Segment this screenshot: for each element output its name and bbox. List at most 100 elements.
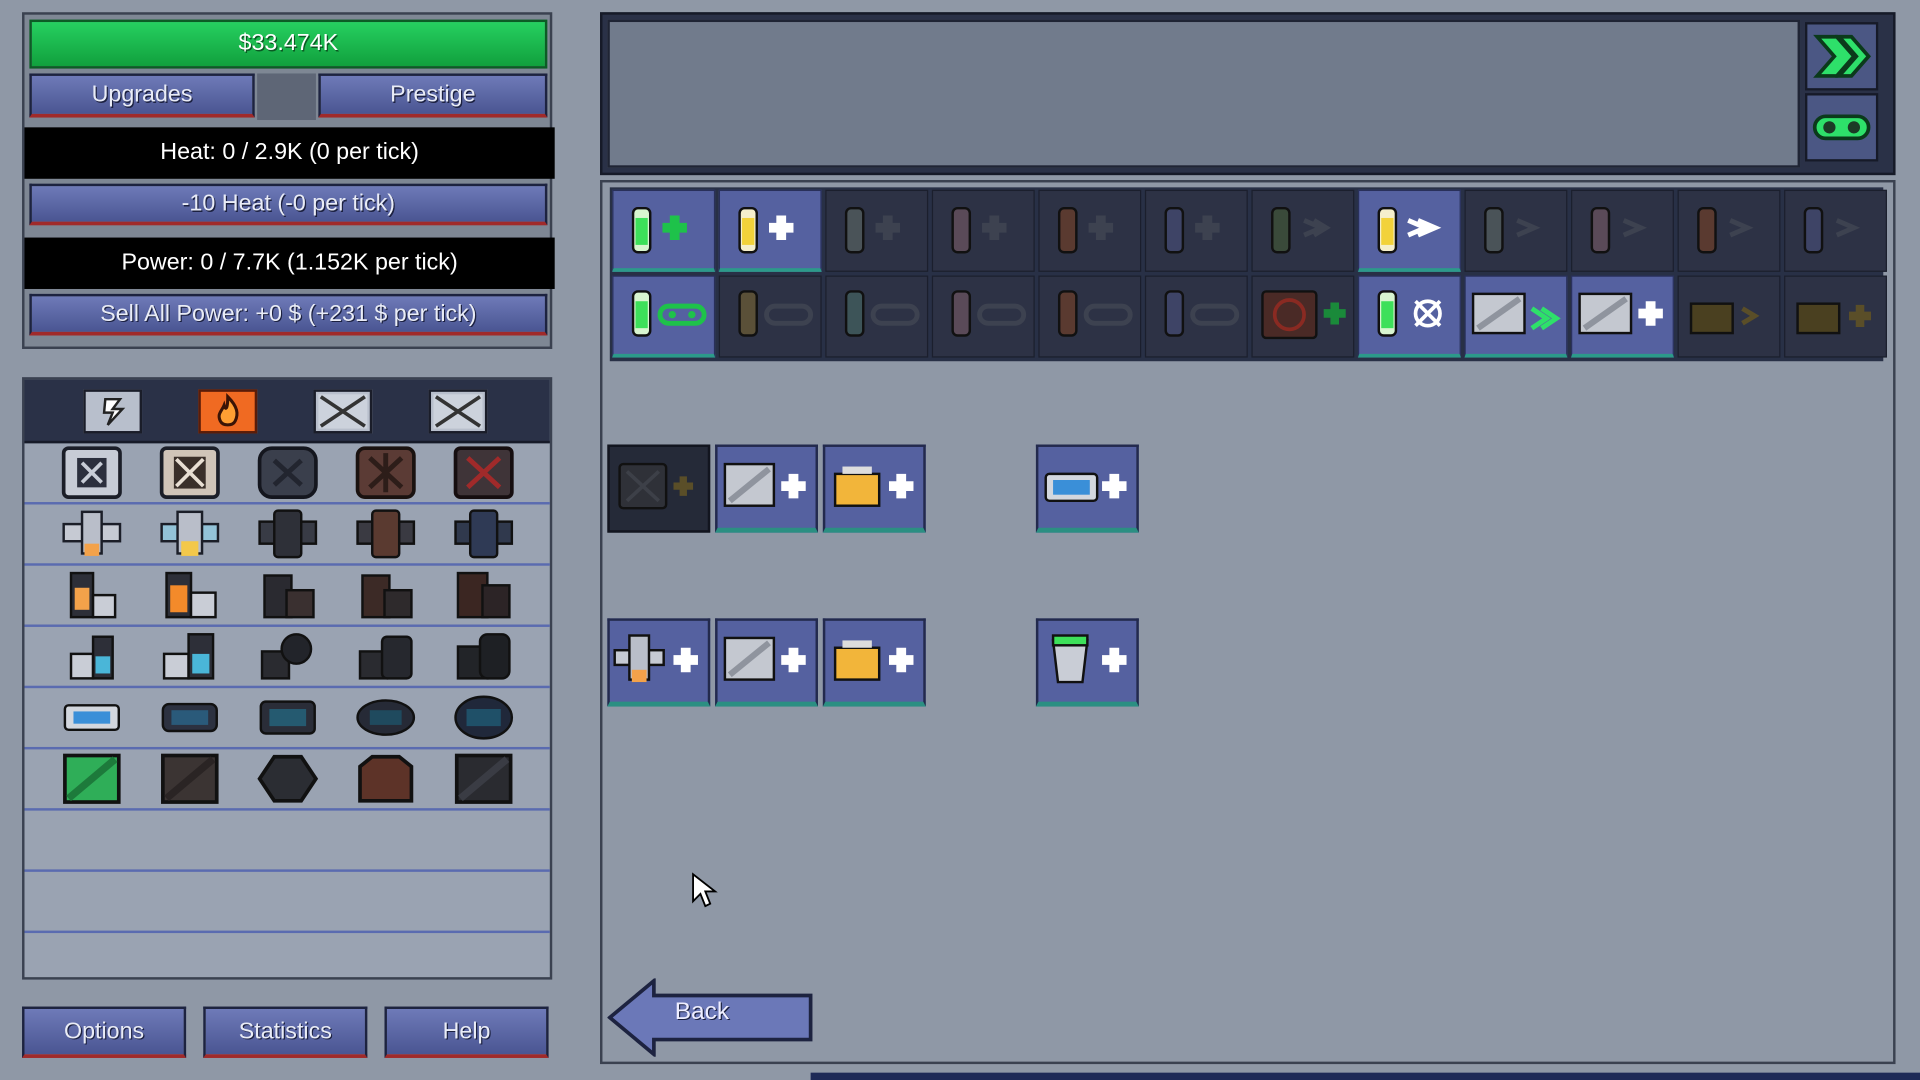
heat-outlet-icon[interactable] — [257, 629, 318, 683]
upgrade-locked-perpetual[interactable] — [931, 275, 1035, 358]
upgrade-uranium-cell-perpetual[interactable] — [612, 189, 716, 272]
inventory-row — [24, 507, 550, 566]
heat-outlet-icon[interactable] — [355, 629, 416, 683]
upgrade-locked-cell[interactable] — [1677, 189, 1781, 272]
inventory-tabs — [24, 379, 550, 444]
heat-outlet-icon[interactable] — [159, 629, 220, 683]
upgrade-plating-plus-2[interactable] — [715, 618, 818, 707]
vent-icon[interactable] — [453, 446, 514, 500]
plating-icon[interactable] — [355, 752, 416, 806]
upgrade-plating-capacity[interactable] — [715, 444, 818, 533]
upgrade-locked-perpetual[interactable] — [1038, 275, 1142, 358]
parts-inventory — [22, 377, 553, 980]
heat-inlet-icon[interactable] — [257, 568, 318, 622]
heat-inlet-icon[interactable] — [159, 568, 220, 622]
upgrade-capacitor-plus-2[interactable] — [822, 618, 926, 707]
upgrade-locked-cell[interactable] — [1144, 189, 1248, 272]
vent-icon[interactable] — [355, 446, 416, 500]
upgrade-locked-cell[interactable] — [1784, 189, 1887, 272]
upgrade-locked-vent[interactable] — [1251, 275, 1355, 358]
info-bar — [600, 12, 1896, 176]
help-button[interactable]: Help — [384, 1006, 549, 1058]
exchanger-icon[interactable] — [159, 507, 220, 561]
heat-inlet-icon[interactable] — [453, 568, 514, 622]
inventory-row-empty — [24, 813, 550, 872]
bottom-menu: Options Statistics Help — [22, 1002, 552, 1063]
upgrade-coolant-plus[interactable] — [1035, 444, 1139, 533]
infinite-icon[interactable] — [1804, 93, 1879, 162]
upgrade-capacitor-plus[interactable] — [822, 444, 926, 533]
power-readout: Power: 0 / 7.7K (1.152K per tick) — [24, 237, 555, 289]
statistics-button[interactable]: Statistics — [203, 1006, 368, 1058]
exchanger-icon[interactable] — [257, 507, 318, 561]
upgrade-locked-cell[interactable] — [1464, 189, 1568, 272]
upgrades-panel: Back — [600, 180, 1896, 1065]
inventory-row — [24, 629, 550, 689]
heat-outlet-icon[interactable] — [61, 629, 122, 683]
upgrade-locked-capacitor[interactable] — [1784, 275, 1887, 358]
locked-tab-icon[interactable] — [428, 389, 488, 434]
coolant-cell-icon[interactable] — [159, 691, 220, 745]
upgrade-locked-perpetual[interactable] — [718, 275, 822, 358]
cell-upgrade-grid — [609, 187, 1887, 362]
plating-icon[interactable] — [257, 752, 319, 806]
upgrade-locked-cell[interactable] — [931, 189, 1035, 272]
upgrades-button[interactable]: Upgrades — [29, 73, 255, 118]
inventory-row-empty — [24, 874, 550, 934]
upgrade-plating-speed[interactable] — [1464, 275, 1568, 358]
coolant-cell-icon[interactable] — [61, 691, 122, 745]
heat-tab-icon[interactable] — [198, 389, 258, 434]
upgrade-plutonium-speed[interactable] — [1357, 189, 1461, 272]
vent-icon[interactable] — [159, 446, 220, 500]
inventory-row-empty — [24, 936, 549, 995]
next-arrow-icon[interactable] — [1804, 22, 1879, 91]
prestige-button[interactable]: Prestige — [318, 73, 548, 118]
plating-icon[interactable] — [453, 752, 514, 806]
upgrade-locked-perpetual[interactable] — [1144, 275, 1248, 358]
exchanger-icon[interactable] — [61, 507, 122, 561]
inventory-row — [24, 752, 550, 811]
upgrade-exchanger-plus[interactable] — [607, 618, 711, 707]
upgrade-uranium-perpetual[interactable] — [612, 275, 716, 358]
horizontal-scrollbar[interactable] — [810, 1072, 1920, 1080]
tooltip-area — [607, 19, 1801, 168]
inventory-row — [24, 691, 550, 750]
heat-inlet-icon[interactable] — [61, 568, 122, 622]
vent-heat-button[interactable]: -10 Heat (-0 per tick) — [29, 183, 548, 226]
upgrade-locked-perpetual[interactable] — [825, 275, 929, 358]
upgrade-locked-vent[interactable] — [607, 444, 711, 533]
sell-power-button[interactable]: Sell All Power: +0 $ (+231 $ per tick) — [29, 293, 548, 336]
back-label: Back — [674, 997, 730, 1025]
upgrade-plating-plus[interactable] — [1571, 275, 1674, 358]
coolant-cell-icon[interactable] — [355, 691, 416, 745]
upgrade-locked-cell[interactable] — [825, 189, 929, 272]
plating-icon[interactable] — [159, 752, 220, 806]
back-button[interactable]: Back — [606, 976, 815, 1059]
options-button[interactable]: Options — [22, 1006, 187, 1058]
heat-outlet-icon[interactable] — [453, 629, 514, 683]
locked-tab-icon[interactable] — [313, 389, 373, 434]
plating-icon[interactable] — [61, 752, 122, 806]
upgrade-locked-capacitor[interactable] — [1677, 275, 1781, 358]
upgrade-uranium-reflect[interactable] — [1357, 275, 1461, 358]
upgrade-inlet-plus[interactable] — [1035, 618, 1139, 707]
button-divider — [257, 73, 316, 121]
exchanger-icon[interactable] — [355, 507, 416, 561]
vent-icon[interactable] — [257, 446, 318, 500]
coolant-cell-icon[interactable] — [257, 691, 318, 745]
mouse-cursor-icon — [691, 872, 720, 909]
power-tab-icon[interactable] — [83, 389, 143, 434]
upgrade-locked-cell[interactable] — [1038, 189, 1142, 272]
upgrade-plutonium-cell[interactable] — [718, 189, 822, 272]
upgrade-locked-cell[interactable] — [1251, 189, 1355, 272]
money-display: $33.474K — [29, 19, 548, 69]
coolant-cell-icon[interactable] — [453, 691, 514, 745]
inventory-row — [24, 446, 550, 505]
inventory-row — [24, 568, 550, 627]
heat-inlet-icon[interactable] — [355, 568, 416, 622]
exchanger-icon[interactable] — [453, 507, 514, 561]
heat-readout: Heat: 0 / 2.9K (0 per tick) — [24, 127, 555, 179]
vent-icon[interactable] — [61, 446, 122, 500]
upgrade-locked-cell[interactable] — [1571, 189, 1674, 272]
stats-panel: $33.474K Upgrades Prestige Heat: 0 / 2.9… — [22, 12, 555, 349]
